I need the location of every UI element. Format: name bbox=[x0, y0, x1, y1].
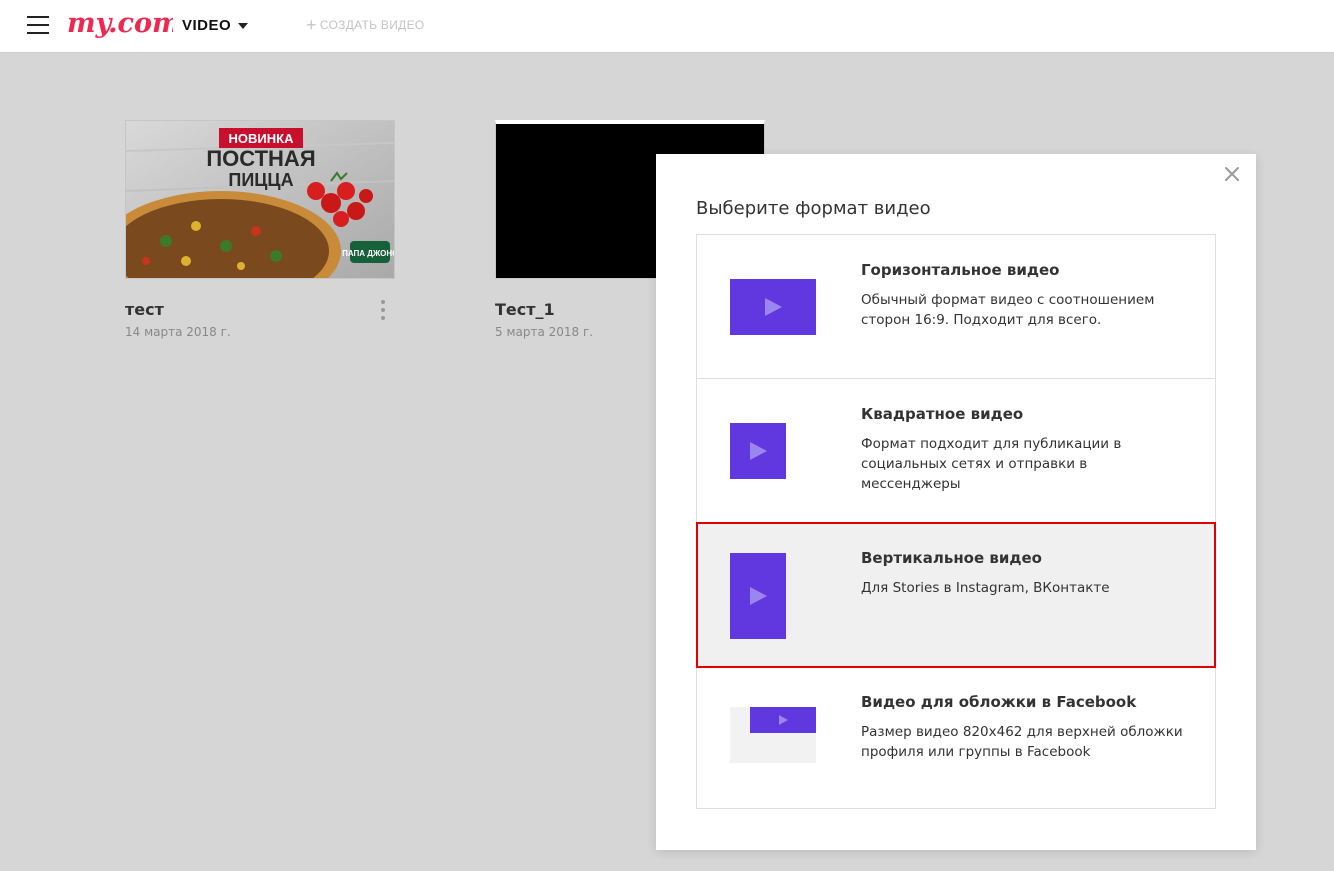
format-option-vertical[interactable]: Вертикальное видео Для Stories в Instagr… bbox=[696, 522, 1216, 668]
option-description: Размер видео 820х462 для верхней обложки… bbox=[861, 724, 1183, 760]
format-options-list: Горизонтальное видео Обычный формат виде… bbox=[696, 234, 1216, 809]
video-thumbnail[interactable]: НОВИНКА ПОСТНАЯ ПИЦЦА ПАПА ДЖОНС bbox=[125, 120, 395, 279]
option-title: Видео для обложки в Facebook bbox=[861, 693, 1137, 711]
option-description: Обычный формат видео с соотношением стор… bbox=[861, 292, 1155, 328]
svg-text:НОВИНКА: НОВИНКА bbox=[229, 131, 295, 146]
format-option-horizontal[interactable]: Горизонтальное видео Обычный формат виде… bbox=[697, 235, 1215, 379]
video-card[interactable]: НОВИНКА ПОСТНАЯ ПИЦЦА ПАПА ДЖОНС тест 14… bbox=[125, 120, 395, 339]
square-video-icon bbox=[730, 423, 786, 479]
pizza-promo-image: НОВИНКА ПОСТНАЯ ПИЦЦА ПАПА ДЖОНС bbox=[126, 121, 394, 278]
mycom-logo[interactable]: my.com bbox=[67, 6, 173, 48]
format-option-square[interactable]: Квадратное видео Формат подходит для пуб… bbox=[697, 379, 1215, 523]
format-option-facebook-cover[interactable]: Видео для обложки в Facebook Размер виде… bbox=[697, 667, 1215, 811]
option-title: Вертикальное видео bbox=[861, 549, 1042, 567]
close-icon[interactable] bbox=[1222, 164, 1242, 184]
chevron-down-icon bbox=[238, 22, 249, 29]
svg-text:ПАПА ДЖОНС: ПАПА ДЖОНС bbox=[342, 249, 394, 258]
product-label: VIDEO bbox=[182, 17, 232, 34]
vertical-video-icon bbox=[730, 553, 786, 639]
logo-text: my.com bbox=[67, 8, 173, 39]
dialog-title: Выберите формат видео bbox=[696, 198, 931, 219]
more-vertical-icon[interactable] bbox=[375, 298, 391, 322]
horizontal-video-icon bbox=[730, 279, 816, 335]
option-title: Квадратное видео bbox=[861, 405, 1024, 423]
top-header: my.com VIDEO + СОЗДАТЬ ВИДЕО bbox=[0, 0, 1334, 53]
facebook-cover-icon bbox=[730, 707, 816, 763]
option-description: Для Stories в Instagram, ВКонтакте bbox=[861, 580, 1110, 596]
video-date: 14 марта 2018 г. bbox=[125, 325, 231, 339]
option-title: Горизонтальное видео bbox=[861, 261, 1060, 279]
menu-icon[interactable] bbox=[27, 16, 49, 36]
svg-text:ПОСТНАЯ: ПОСТНАЯ bbox=[206, 146, 315, 171]
product-switcher[interactable]: VIDEO bbox=[182, 17, 249, 34]
create-video-button[interactable]: + СОЗДАТЬ ВИДЕО bbox=[306, 15, 425, 35]
svg-text:ПИЦЦА: ПИЦЦА bbox=[228, 170, 293, 190]
video-title[interactable]: тест bbox=[125, 300, 395, 319]
plus-icon: + bbox=[306, 15, 317, 35]
video-format-dialog: Выберите формат видео Горизонтальное вид… bbox=[656, 154, 1256, 850]
option-description: Формат подходит для публикации в социаль… bbox=[861, 436, 1122, 492]
create-video-label: СОЗДАТЬ ВИДЕО bbox=[319, 18, 425, 32]
